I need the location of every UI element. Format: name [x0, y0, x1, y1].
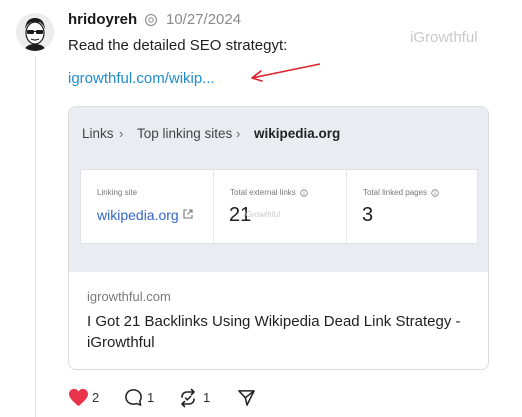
post-link[interactable]: igrowthful.com/wikip... [68, 70, 215, 87]
watermark: iGrowthful [410, 29, 478, 46]
repost-count: 1 [203, 390, 211, 405]
chevron-right-icon: › [119, 126, 124, 141]
stat-linked-pages: Total linked pages 3 [346, 170, 478, 243]
card-domain: igrowthful.com [87, 289, 171, 304]
stat-label-text: Total external links [230, 188, 296, 197]
threads-post: hridoyreh 10/27/2024 iGrowthful Read the… [0, 0, 522, 417]
link-preview-card[interactable]: Links › Top linking sites › wikipedia.or… [68, 106, 489, 370]
chevron-right-icon: › [236, 126, 241, 141]
arrow-annotation-icon [251, 63, 321, 82]
stat-linking-site-value: wikipedia.org [97, 207, 179, 223]
timestamp: 10/27/2024 [166, 11, 242, 28]
reply-count: 1 [147, 390, 155, 405]
post-text: Read the detailed SEO strategyt: [68, 37, 288, 54]
preview-image: Links › Top linking sites › wikipedia.or… [69, 107, 488, 272]
stat-label-text: Total linked pages [363, 188, 428, 197]
repost-icon [181, 388, 195, 408]
info-icon [300, 189, 308, 197]
card-title: I Got 21 Backlinks Using Wikipedia Dead … [87, 313, 461, 351]
breadcrumb-top-linking-sites: Top linking sites [137, 126, 233, 141]
repost-button[interactable]: 1 [178, 388, 214, 408]
username[interactable]: hridoyreh [68, 11, 137, 28]
stats-panel: Linking site wikipedia.org Total externa… [80, 169, 478, 244]
verified-badge-icon [144, 13, 158, 27]
info-icon [431, 189, 439, 197]
stat-label: Total external links [230, 188, 308, 197]
avatar[interactable] [16, 13, 54, 51]
comment-icon [125, 389, 142, 406]
breadcrumb-links: Links [82, 126, 114, 141]
reply-button[interactable]: 1 [124, 388, 160, 408]
heart-icon [69, 388, 88, 407]
breadcrumb-domain: wikipedia.org [254, 126, 341, 141]
avatar-cartoon-icon [16, 13, 54, 51]
stat-pages-value: 3 [362, 204, 374, 226]
stat-label: Linking site [97, 188, 138, 197]
share-button[interactable] [237, 388, 259, 408]
mini-watermark: iGrowthful [244, 210, 281, 219]
stat-label: Total linked pages [363, 188, 439, 197]
thread-line [35, 56, 36, 417]
share-icon [238, 390, 255, 406]
external-link-icon [183, 209, 193, 219]
like-button[interactable]: 2 [68, 388, 108, 408]
stat-external-links: Total external links 21 iGrowthful [213, 170, 346, 243]
stat-linking-site: Linking site wikipedia.org [81, 170, 212, 243]
like-count: 2 [92, 390, 100, 405]
